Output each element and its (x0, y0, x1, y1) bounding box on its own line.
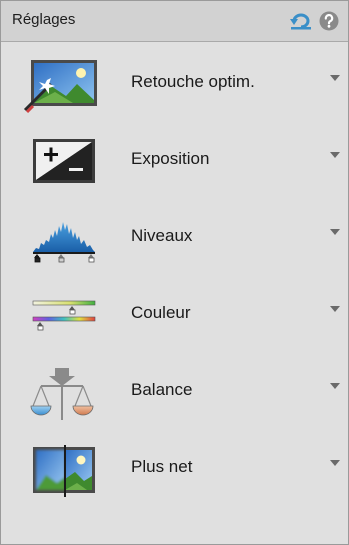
adjustments-panel: Réglages Retouche optim. Exposition Nive… (0, 0, 349, 545)
smart-fix-icon (23, 60, 97, 114)
sharpen-icon (33, 445, 95, 497)
adjustment-item-sharpen[interactable]: Plus net (1, 429, 348, 506)
chevron-down-icon[interactable] (329, 305, 341, 313)
levels-icon (33, 222, 95, 263)
chevron-down-icon[interactable] (329, 74, 341, 82)
adjustment-item-exposure[interactable]: Exposition (1, 121, 348, 198)
adjustment-label: Exposition (131, 149, 210, 168)
help-icon[interactable] (319, 11, 339, 31)
balance-icon (30, 368, 94, 420)
panel-title: Réglages (12, 11, 76, 28)
reset-icon[interactable] (290, 12, 312, 30)
adjustment-label: Retouche optim. (131, 72, 255, 91)
adjustment-item-color[interactable]: Couleur (1, 275, 348, 352)
adjustment-item-levels[interactable]: Niveaux (1, 198, 348, 275)
exposure-icon (33, 139, 95, 183)
adjustment-item-balance[interactable]: Balance (1, 352, 348, 429)
color-icon (32, 300, 96, 331)
adjustment-label: Niveaux (131, 226, 193, 245)
adjustment-label: Couleur (131, 303, 191, 322)
chevron-down-icon[interactable] (329, 151, 341, 159)
adjustments-list: Retouche optim. Exposition Niveaux Coule… (1, 44, 348, 506)
panel-header: Réglages (1, 1, 348, 42)
chevron-down-icon[interactable] (329, 382, 341, 390)
chevron-down-icon[interactable] (329, 228, 341, 236)
adjustment-label: Balance (131, 380, 193, 399)
chevron-down-icon[interactable] (329, 459, 341, 467)
adjustment-label: Plus net (131, 457, 193, 476)
adjustment-item-smart-fix[interactable]: Retouche optim. (1, 44, 348, 121)
